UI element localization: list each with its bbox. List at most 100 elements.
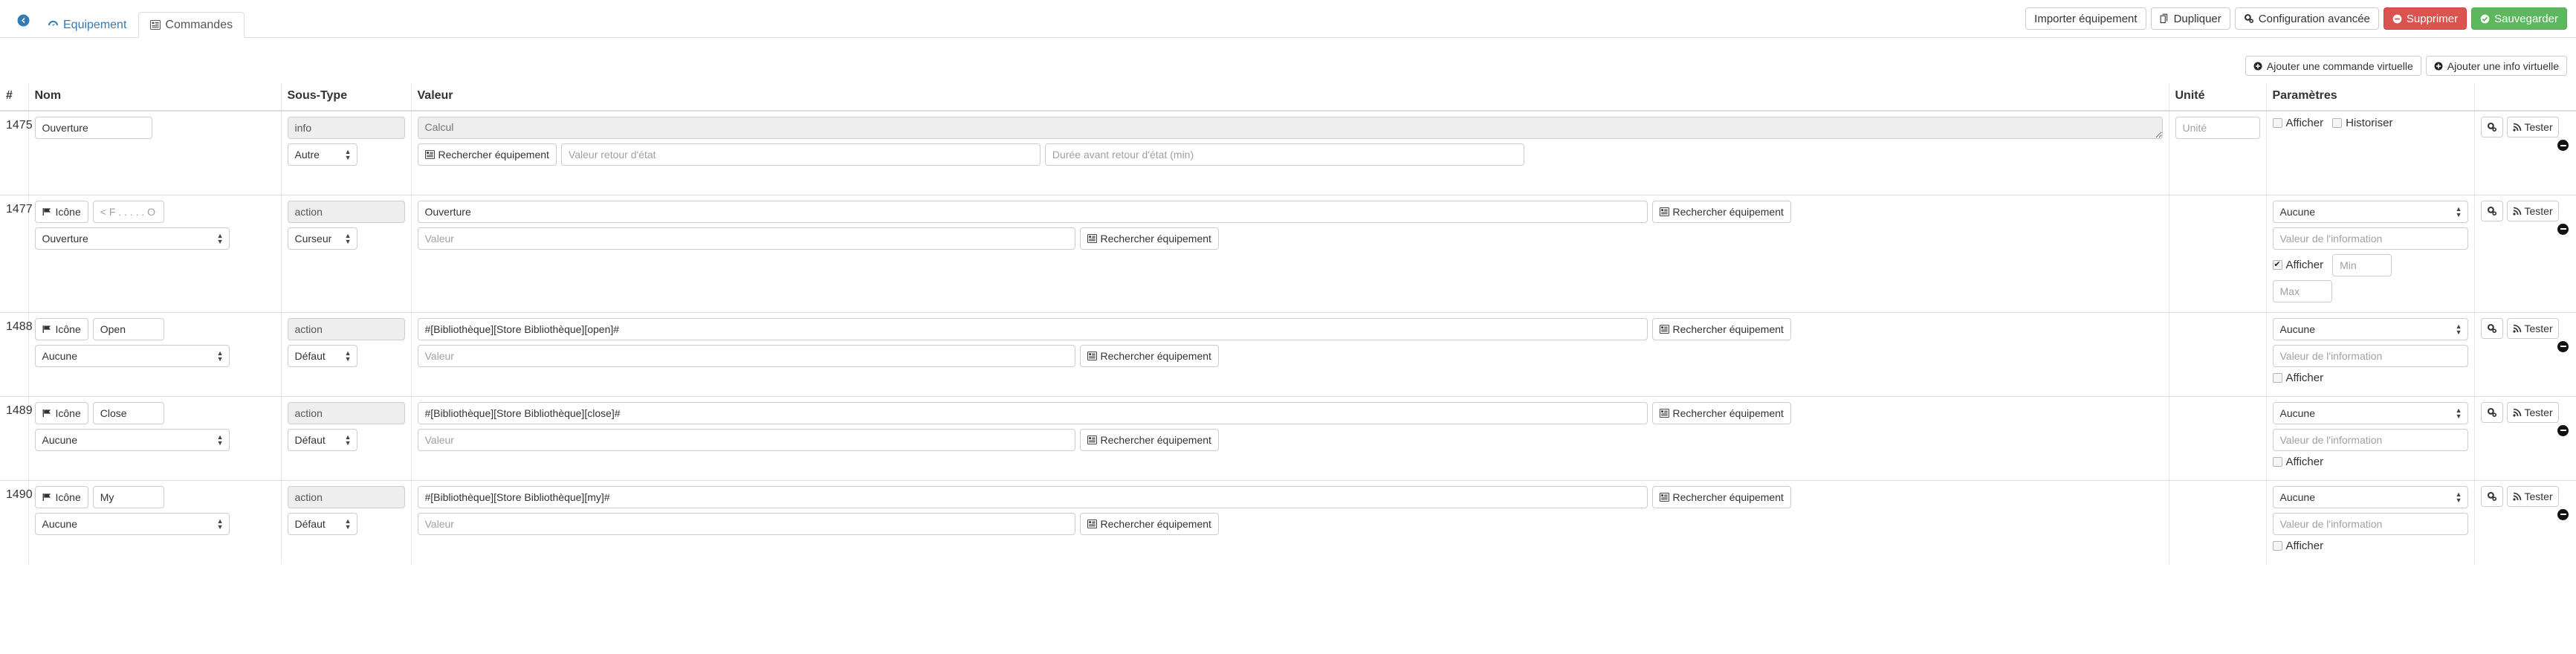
historiser-checkbox[interactable]	[2332, 118, 2343, 128]
command-value-input[interactable]	[417, 200, 1648, 223]
icon-picker-button[interactable]: Icône	[34, 401, 88, 424]
search-equipment-button[interactable]: Rechercher équipement	[417, 143, 557, 166]
configure-button[interactable]	[2480, 485, 2503, 507]
remove-row-button[interactable]	[2557, 223, 2569, 235]
afficher-label: Afficher	[2285, 371, 2324, 384]
return-state-delay-input[interactable]	[1044, 143, 1524, 166]
info-value-input[interactable]	[2272, 227, 2468, 250]
test-button[interactable]: Tester	[2506, 117, 2559, 137]
import-equipment-button[interactable]: Importer équipement	[2025, 7, 2146, 30]
tab-commandes[interactable]: Commandes	[138, 12, 245, 38]
info-value-input[interactable]	[2272, 344, 2468, 367]
icon-picker-button[interactable]: Icône	[34, 485, 88, 508]
search-equipment-button[interactable]: Rechercher équipement	[1651, 200, 1791, 223]
table-header-row: # Nom Sous-Type Valeur Unité Paramètres	[0, 83, 2576, 111]
icon-select[interactable]: Aucune ▲ ▼	[34, 344, 230, 367]
remove-row-button[interactable]	[2557, 140, 2569, 151]
test-label: Tester	[2524, 322, 2553, 334]
tab-equipement[interactable]: Equipement	[36, 12, 138, 38]
search-equipment-label: Rechercher équipement	[1100, 517, 1211, 530]
afficher-checkbox[interactable]	[2272, 372, 2282, 383]
configure-button[interactable]	[2480, 317, 2503, 339]
search-equipment-button[interactable]: Rechercher équipement	[1079, 428, 1219, 451]
row-subtype-cell: Défaut ▲▼	[280, 311, 411, 396]
test-button[interactable]: Tester	[2506, 200, 2559, 221]
min-input[interactable]	[2332, 253, 2392, 276]
chevron-updown-icon: ▲ ▼	[2455, 322, 2462, 336]
back-arrow-icon[interactable]	[10, 7, 36, 33]
subtype-select[interactable]: Défaut ▲ ▼	[287, 512, 357, 535]
info-value-input[interactable]	[2272, 428, 2468, 451]
info-value-input[interactable]	[2272, 512, 2468, 535]
table-row: 1490 Icône My Aucune ▲ ▼ action Défaut ▲…	[0, 479, 2576, 564]
icon-select[interactable]: Aucune ▲ ▼	[34, 428, 230, 451]
command-subvalue-input[interactable]	[417, 512, 1075, 535]
return-state-value-input[interactable]	[560, 143, 1041, 166]
command-type-badge	[287, 200, 405, 223]
table-icon	[1087, 435, 1097, 444]
afficher-checkbox[interactable]	[2272, 540, 2282, 551]
command-value-input[interactable]	[417, 317, 1648, 340]
param-select[interactable]: Aucune ▲ ▼	[2272, 200, 2468, 223]
advanced-config-button[interactable]: Configuration avancée	[2234, 7, 2379, 30]
test-button[interactable]: Tester	[2506, 317, 2559, 339]
header-nom: Nom	[27, 83, 281, 111]
param-select[interactable]: Aucune ▲ ▼	[2272, 317, 2468, 340]
add-virtual-command-button[interactable]: Ajouter une commande virtuelle	[2245, 56, 2421, 76]
param-select[interactable]: Aucune ▲ ▼	[2272, 485, 2468, 508]
duplicate-button[interactable]: Dupliquer	[2150, 7, 2230, 30]
param-select[interactable]: Aucune ▲ ▼	[2272, 401, 2468, 424]
configure-button[interactable]	[2480, 401, 2503, 423]
search-equipment-button[interactable]: Rechercher équipement	[1079, 227, 1219, 250]
minus-circle-icon	[2392, 14, 2402, 24]
icon-select[interactable]: Aucune ▲ ▼	[34, 512, 230, 535]
subtype-select[interactable]: Curseur ▲ ▼	[287, 227, 357, 250]
afficher-checkbox[interactable]	[2272, 118, 2282, 128]
subtype-select[interactable]: Autre ▲ ▼	[287, 143, 357, 166]
command-name-input[interactable]	[34, 117, 152, 139]
icon-picker-button[interactable]: Icône	[34, 200, 88, 223]
save-button[interactable]: Sauvegarder	[2471, 7, 2567, 30]
subtype-select[interactable]: Défaut ▲ ▼	[287, 428, 357, 451]
test-button[interactable]: Tester	[2506, 485, 2559, 507]
remove-row-button[interactable]	[2557, 424, 2569, 436]
row-name-cell: Icône Aucune ▲▼	[27, 311, 281, 396]
rss-icon	[2512, 408, 2522, 417]
command-name-input[interactable]	[92, 401, 164, 424]
add-virtual-info-button[interactable]: Ajouter une info virtuelle	[2425, 56, 2567, 76]
search-equipment-button[interactable]: Rechercher équipement	[1079, 344, 1219, 367]
command-subvalue-input[interactable]	[417, 227, 1075, 250]
search-equipment-button[interactable]: Rechercher équipement	[1079, 512, 1219, 535]
afficher-checkbox[interactable]	[2272, 456, 2282, 467]
icon-picker-label: Icône	[55, 205, 81, 218]
calcul-textarea[interactable]	[417, 117, 2163, 139]
delete-button[interactable]: Supprimer	[2383, 7, 2467, 30]
unite-input[interactable]	[2175, 117, 2260, 139]
command-subvalue-input[interactable]	[417, 428, 1075, 451]
chevron-updown-icon: ▲ ▼	[344, 349, 352, 363]
command-name-input[interactable]	[92, 317, 164, 340]
icon-select[interactable]: Ouverture ▲ ▼	[34, 227, 230, 250]
search-equipment-button[interactable]: Rechercher équipement	[1651, 317, 1791, 340]
test-button[interactable]: Tester	[2506, 401, 2559, 423]
search-equipment-button[interactable]: Rechercher équipement	[1651, 485, 1791, 508]
command-name-input[interactable]	[92, 200, 164, 223]
remove-row-button[interactable]	[2557, 508, 2569, 520]
add-virtual-info-label: Ajouter une info virtuelle	[2447, 59, 2559, 72]
command-value-input[interactable]	[417, 401, 1648, 424]
max-input[interactable]	[2272, 279, 2332, 302]
icon-picker-label: Icône	[55, 490, 81, 503]
configure-button[interactable]	[2480, 200, 2503, 221]
row-unite-cell	[2168, 479, 2266, 564]
command-value-input[interactable]	[417, 485, 1648, 508]
table-icon	[1087, 519, 1097, 528]
afficher-checkbox[interactable]	[2272, 260, 2282, 270]
subtype-select[interactable]: Défaut ▲ ▼	[287, 344, 357, 367]
remove-row-button[interactable]	[2557, 340, 2569, 352]
command-subvalue-input[interactable]	[417, 344, 1075, 367]
configure-button[interactable]	[2480, 117, 2503, 137]
command-name-input[interactable]	[92, 485, 164, 508]
search-equipment-button[interactable]: Rechercher équipement	[1651, 401, 1791, 424]
gears-icon	[2244, 13, 2254, 24]
icon-picker-button[interactable]: Icône	[34, 317, 88, 340]
